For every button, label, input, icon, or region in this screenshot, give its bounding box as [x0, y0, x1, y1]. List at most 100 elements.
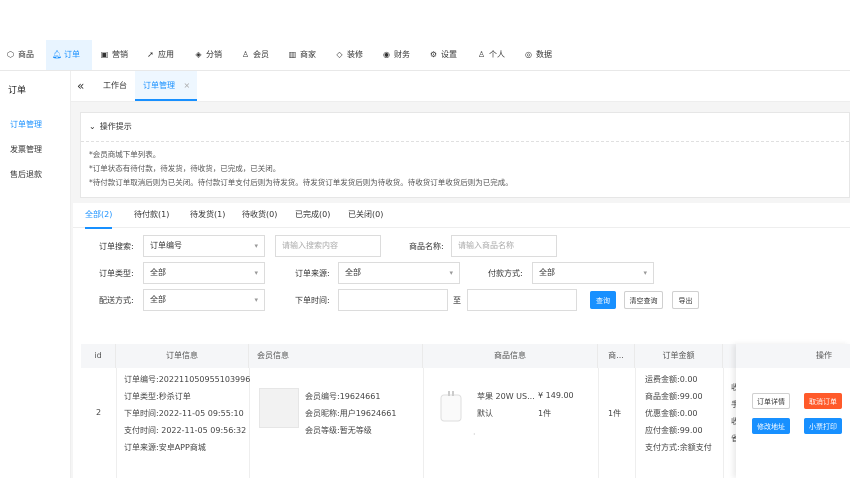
- tips-header[interactable]: ⌄ 操作提示: [89, 121, 132, 132]
- column-divider: [723, 368, 724, 478]
- col-header-id: id: [81, 344, 116, 368]
- sidebar-item-after-sales[interactable]: 售后退款: [10, 169, 42, 180]
- page-tabs: « 工作台 订单管理 ×: [71, 71, 850, 102]
- date-separator: 至: [453, 296, 461, 305]
- gear-icon: ⚙: [429, 50, 438, 59]
- nav-item-merchants[interactable]: ▥ 商家: [288, 40, 322, 70]
- row-id: 2: [96, 408, 102, 417]
- order-count: 1件: [608, 409, 622, 418]
- order-source: 订单来源:安卓APP商城: [124, 443, 206, 452]
- tip-line: *订单状态有待付款，待发货，待收货，已完成，已关闭。: [89, 164, 281, 173]
- product-name-input[interactable]: 请输入商品名称: [451, 235, 557, 257]
- order-detail-button[interactable]: 订单详情: [752, 393, 790, 409]
- tab-workbench[interactable]: 工作台: [103, 71, 127, 101]
- col-header-order-info: 订单信息: [116, 344, 249, 368]
- sidebar-item-invoice-management[interactable]: 发票管理: [10, 144, 42, 155]
- sidebar: 订单 订单管理 发票管理 售后退款: [0, 71, 71, 478]
- column-divider: [116, 368, 117, 478]
- globe-icon: ◎: [525, 50, 532, 59]
- chevron-down-icon: ▾: [254, 242, 258, 250]
- product-quantity: 1件: [538, 409, 552, 418]
- nav-item-goods[interactable]: ⬡ 商品: [6, 40, 40, 70]
- status-tab-pending-payment[interactable]: 待付款(1): [134, 203, 169, 227]
- goods-icon: ⬡: [7, 50, 14, 59]
- chevron-down-icon: ▾: [449, 269, 453, 277]
- shop-icon: ▥: [288, 50, 297, 59]
- start-date-input[interactable]: [338, 289, 448, 311]
- pay-way: 支付方式:余额支付: [645, 443, 712, 452]
- product-spec: 默认: [477, 409, 493, 418]
- sidebar-item-order-management[interactable]: 订单管理: [10, 119, 42, 130]
- order-source-select[interactable]: 全部 ▾: [338, 262, 460, 284]
- chevron-down-icon: ▾: [254, 296, 258, 304]
- collapse-icon[interactable]: «: [77, 71, 91, 101]
- product-name-label: 商品名称:: [409, 242, 444, 251]
- avatar: [259, 388, 299, 428]
- member-number: 会员编号:19624661: [305, 392, 381, 401]
- nav-item-personal[interactable]: ♙ 个人: [477, 40, 511, 70]
- clear-query-button[interactable]: 清空查询: [624, 291, 663, 309]
- close-icon[interactable]: ×: [184, 81, 191, 90]
- payable-amount: 应付金额:99.00: [645, 426, 703, 435]
- nav-item-orders[interactable]: 🔔︎ 订单: [46, 40, 92, 70]
- order-time: 下单时间:2022-11-05 09:55:10: [124, 409, 244, 418]
- query-button[interactable]: 查询: [590, 291, 616, 309]
- order-search-type-select[interactable]: 订单编号 ▾: [143, 235, 265, 257]
- order-type: 订单类型:秒杀订单: [124, 392, 191, 401]
- chevron-down-icon: ▾: [643, 269, 647, 277]
- order-time-label: 下单时间:: [295, 296, 330, 305]
- tips-divider: [81, 141, 849, 142]
- column-divider: [598, 368, 599, 478]
- tab-order-management[interactable]: 订单管理 ×: [135, 71, 197, 101]
- product-image: [440, 391, 462, 422]
- member-nickname: 会员昵称:用户19624661: [305, 409, 397, 418]
- modify-address-button[interactable]: 修改地址: [752, 418, 790, 434]
- chevron-down-icon: ▾: [254, 269, 258, 277]
- nav-item-apps[interactable]: ➚ 应用: [146, 40, 180, 70]
- nav-item-data[interactable]: ◎ 数据: [524, 40, 558, 70]
- pay-method-label: 付款方式:: [488, 269, 523, 278]
- product-price: ¥ 149.00: [538, 391, 574, 400]
- end-date-input[interactable]: [467, 289, 577, 311]
- layers-icon: ◈: [195, 50, 202, 59]
- top-nav: ⬡ 商品 🔔︎ 订单 ▣ 营销 ➚ 应用 ◈ 分销 ♙ 会员 ▥ 商家 ◇ 装修 ◉ 财务 ⚙ 设置…: [0, 40, 850, 71]
- nav-item-settings[interactable]: ⚙ 设置: [429, 40, 463, 70]
- sidebar-title: 订单: [8, 86, 27, 96]
- chevron-down-icon: ⌄: [89, 122, 96, 131]
- print-receipt-button[interactable]: 小票打印: [804, 418, 842, 434]
- status-tab-pending-receipt[interactable]: 待收货(0): [242, 203, 277, 227]
- pay-method-select[interactable]: 全部 ▾: [532, 262, 654, 284]
- member-level: 会员等级:暂无等级: [305, 426, 372, 435]
- search-input[interactable]: 请输入搜索内容: [275, 235, 381, 257]
- status-tab-pending-shipment[interactable]: 待发货(1): [190, 203, 225, 227]
- tip-line: *会员商城下单列表。: [89, 150, 161, 159]
- nav-item-finance[interactable]: ◉ 财务: [382, 40, 416, 70]
- tag-icon: ◇: [336, 50, 343, 59]
- col-header-quantity: 商...: [598, 344, 635, 368]
- order-number: 订单编号:202211050955103996: [124, 375, 251, 384]
- bell-icon: 🔔︎: [52, 50, 63, 59]
- product-name[interactable]: 苹果 20W US...: [477, 391, 535, 402]
- person-icon: ♙: [477, 50, 486, 59]
- export-button[interactable]: 导出: [672, 291, 699, 309]
- cancel-order-button[interactable]: 取消订单: [804, 393, 842, 409]
- status-tab-closed[interactable]: 已关闭(0): [348, 203, 383, 227]
- user-icon: ♙: [241, 50, 250, 59]
- tip-line: *待付款订单取消后则为已关闭。待付款订单支付后则为待发货。待发货订单发货后则为待…: [89, 178, 513, 187]
- nav-item-members[interactable]: ♙ 会员: [241, 40, 275, 70]
- freight-amount: 运费金额:0.00: [645, 375, 698, 384]
- nav-item-marketing[interactable]: ▣ 营销: [100, 40, 134, 70]
- status-tab-all[interactable]: 全部(2): [85, 203, 113, 229]
- send-icon: ➚: [147, 50, 154, 59]
- marketing-icon: ▣: [100, 50, 109, 59]
- nav-item-decoration[interactable]: ◇ 装修: [335, 40, 369, 70]
- goods-amount: 商品金额:99.00: [645, 392, 703, 401]
- order-type-select[interactable]: 全部 ▾: [143, 262, 265, 284]
- finance-icon: ◉: [383, 50, 390, 59]
- nav-item-distribution[interactable]: ◈ 分销: [194, 40, 228, 70]
- pay-time: 支付时间: 2022-11-05 09:56:32: [124, 426, 247, 435]
- status-tabs-divider: [73, 227, 850, 228]
- operations-column: 操作 订单详情 取消订单 修改地址 小票打印: [736, 344, 850, 478]
- delivery-select[interactable]: 全部 ▾: [143, 289, 265, 311]
- status-tab-completed[interactable]: 已完成(0): [295, 203, 330, 227]
